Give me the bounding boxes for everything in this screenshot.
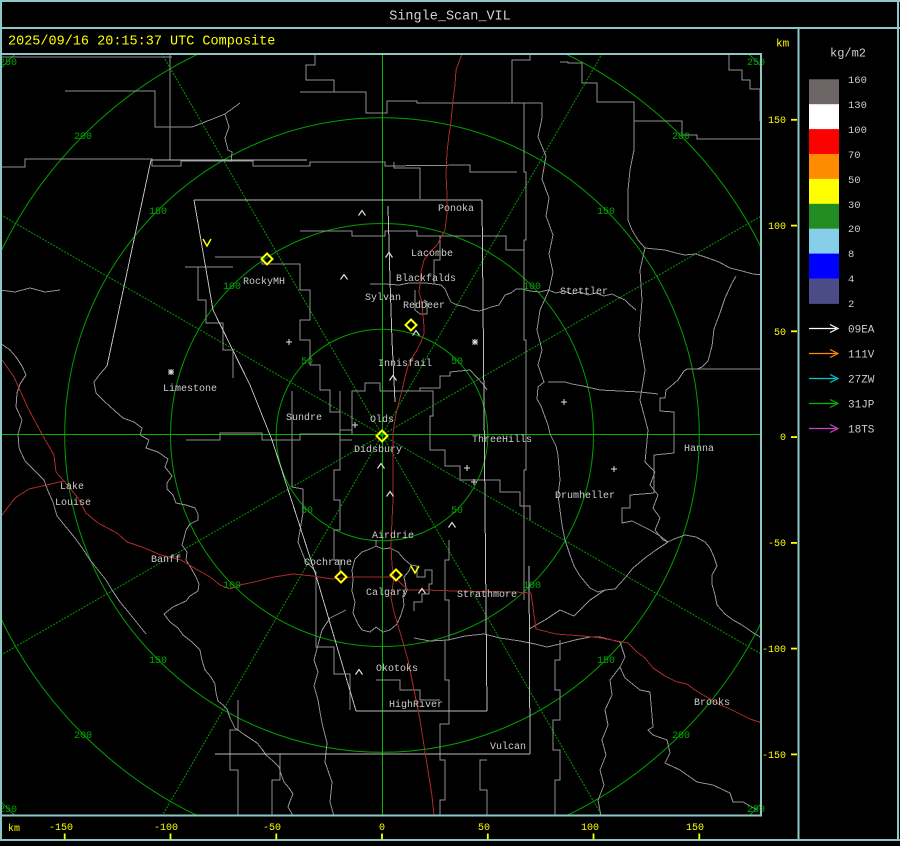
svg-text:100: 100 [848,125,867,137]
svg-text:Hanna: Hanna [684,444,714,455]
svg-text:50: 50 [451,506,463,517]
svg-text:0: 0 [379,823,385,834]
svg-text:150: 150 [597,207,615,218]
svg-text:kg/m2: kg/m2 [830,47,866,61]
svg-text:111V: 111V [848,350,875,362]
svg-text:-50: -50 [768,539,786,550]
svg-text:150: 150 [686,823,704,834]
svg-text:Brooks: Brooks [694,697,730,709]
svg-text:200: 200 [672,731,690,742]
svg-text:Lake: Lake [60,481,84,493]
svg-text:ThreeHills: ThreeHills [472,434,532,446]
svg-text:20: 20 [848,224,861,236]
svg-text:RockyMH: RockyMH [243,276,285,288]
svg-text:Louise: Louise [55,497,91,509]
svg-text:Innisfail: Innisfail [378,358,432,370]
svg-text:200: 200 [672,132,690,143]
svg-text:50: 50 [774,328,786,339]
svg-text:Strathmore: Strathmore [457,589,517,601]
svg-text:100: 100 [223,282,241,293]
svg-text:-100: -100 [154,823,178,834]
svg-text:Calgary: Calgary [366,587,408,599]
svg-text:4: 4 [848,274,854,286]
svg-text:Drumheller: Drumheller [555,490,615,502]
svg-text:250: 250 [747,58,765,69]
svg-text:50: 50 [301,506,313,517]
svg-text:-100: -100 [762,645,786,656]
svg-text:HighRiver: HighRiver [389,699,443,711]
svg-text:Sundre: Sundre [286,412,322,424]
svg-text:km: km [776,39,790,51]
svg-text:-150: -150 [762,751,786,762]
svg-text:Lacombe: Lacombe [411,248,453,260]
svg-text:km: km [8,823,20,835]
svg-text:2025/09/16 20:15:37 UTC Compos: 2025/09/16 20:15:37 UTC Composite [8,35,275,50]
svg-text:30: 30 [848,200,861,212]
svg-text:130: 130 [848,100,867,112]
svg-text:150: 150 [149,656,167,667]
svg-text:50: 50 [301,357,313,368]
svg-text:0: 0 [780,433,786,444]
svg-text:Single_Scan_VIL: Single_Scan_VIL [389,10,511,25]
svg-text:Sylvan: Sylvan [365,292,401,304]
svg-text:100: 100 [581,823,599,834]
svg-text:150: 150 [768,116,786,127]
svg-text:27ZW: 27ZW [848,375,875,387]
svg-text:70: 70 [848,150,861,162]
svg-text:Olds: Olds [370,414,394,426]
svg-text:09EA: 09EA [848,325,875,337]
svg-text:100: 100 [768,222,786,233]
svg-text:Stettler: Stettler [560,286,608,298]
svg-text:250: 250 [0,805,17,816]
svg-text:RedDeer: RedDeer [403,300,445,312]
svg-text:-50: -50 [263,823,281,834]
svg-text:50: 50 [848,175,861,187]
svg-text:Blackfalds: Blackfalds [396,273,456,285]
svg-text:150: 150 [149,207,167,218]
svg-text:-150: -150 [49,823,73,834]
svg-text:250: 250 [747,805,765,816]
svg-text:100: 100 [523,581,541,592]
svg-text:100: 100 [523,282,541,293]
svg-text:2: 2 [848,299,854,311]
svg-text:Airdrie: Airdrie [372,530,414,542]
svg-text:50: 50 [451,357,463,368]
svg-text:18TS: 18TS [848,425,875,437]
svg-text:Ponoka: Ponoka [438,203,474,215]
svg-text:250: 250 [0,58,17,69]
svg-text:50: 50 [478,823,490,834]
svg-text:Banff: Banff [151,554,181,566]
svg-text:Okotoks: Okotoks [376,663,418,675]
svg-text:Vulcan: Vulcan [490,741,526,753]
svg-text:150: 150 [597,656,615,667]
svg-text:160: 160 [848,75,867,87]
svg-text:200: 200 [74,132,92,143]
svg-text:Didsbury: Didsbury [354,444,402,456]
svg-text:31JP: 31JP [848,400,875,412]
svg-text:100: 100 [223,581,241,592]
svg-text:Cochrane: Cochrane [304,557,352,569]
svg-text:8: 8 [848,249,854,261]
svg-text:200: 200 [74,731,92,742]
svg-text:Limestone: Limestone [163,383,217,395]
